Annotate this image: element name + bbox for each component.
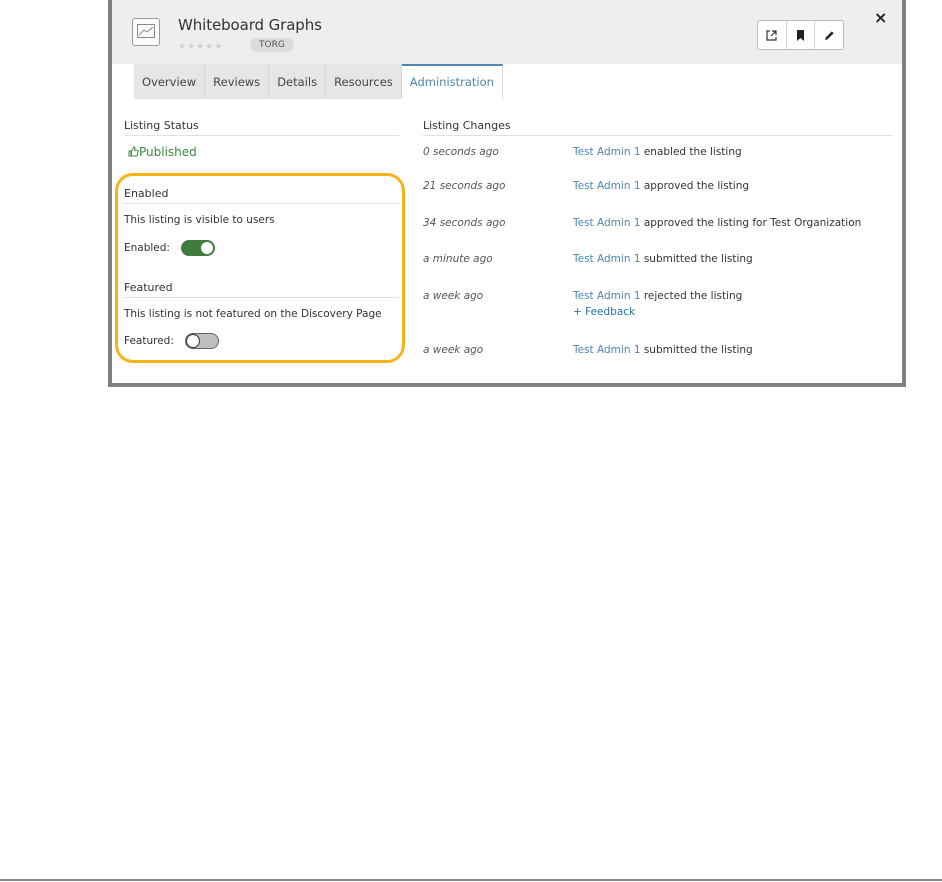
divider (124, 203, 399, 204)
user-link[interactable]: Test Admin 1 (573, 146, 641, 158)
change-text: Test Admin 1 enabled the listing (573, 146, 742, 158)
change-time: a week ago (423, 344, 484, 356)
tab-overview[interactable]: Overview (134, 64, 206, 99)
change-time: a minute ago (423, 253, 493, 265)
change-text: Test Admin 1 approved the listing (573, 180, 749, 192)
featured-label: Featured: (124, 335, 174, 347)
listing-title: Whiteboard Graphs (178, 16, 322, 34)
change-action: enabled the listing (640, 146, 742, 158)
user-link[interactable]: Test Admin 1 (573, 290, 641, 302)
change-action: rejected the listing (640, 290, 743, 302)
change-text: Test Admin 1 rejected the listing (573, 290, 742, 302)
toggle-knob (200, 241, 214, 255)
tab-details[interactable]: Details (269, 64, 327, 99)
listing-status-heading: Listing Status (124, 119, 199, 132)
user-link[interactable]: Test Admin 1 (573, 253, 641, 265)
listing-header: Whiteboard Graphs ★★★★★ TORG × (112, 0, 902, 64)
change-text: Test Admin 1 approved the listing for Te… (573, 217, 861, 229)
tab-resources[interactable]: Resources (326, 64, 402, 99)
bottom-divider (0, 879, 942, 881)
change-action: approved the listing for Test Organizati… (640, 217, 862, 229)
featured-heading: Featured (124, 281, 173, 294)
edit-button[interactable] (815, 21, 843, 49)
bookmark-icon (797, 29, 804, 41)
change-text: Test Admin 1 submitted the listing (573, 344, 753, 356)
change-time: 21 seconds ago (423, 180, 506, 192)
enabled-description: This listing is visible to users (124, 214, 275, 226)
tab-reviews[interactable]: Reviews (205, 64, 270, 99)
change-time: 34 seconds ago (423, 217, 506, 229)
divider (423, 135, 893, 136)
change-action: submitted the listing (640, 344, 753, 356)
chart-icon (132, 18, 160, 46)
listing-changes-heading: Listing Changes (423, 119, 511, 132)
external-link-icon (766, 29, 777, 41)
pencil-icon (824, 30, 834, 40)
user-link[interactable]: Test Admin 1 (573, 344, 641, 356)
published-status: Published (128, 145, 197, 159)
listing-toolbar (757, 20, 844, 50)
change-time: 0 seconds ago (423, 146, 499, 158)
featured-toggle[interactable] (185, 333, 219, 349)
rating-stars: ★★★★★ (178, 42, 224, 52)
enabled-label: Enabled: (124, 242, 170, 254)
toggle-knob (186, 334, 200, 348)
change-text: Test Admin 1 submitted the listing (573, 253, 753, 265)
featured-description: This listing is not featured on the Disc… (124, 308, 382, 320)
published-label: Published (139, 145, 197, 159)
change-time: a week ago (423, 290, 484, 302)
feedback-link[interactable]: + Feedback (573, 306, 635, 318)
divider (124, 135, 399, 136)
external-link-button[interactable] (758, 21, 787, 49)
change-action: submitted the listing (640, 253, 753, 265)
close-button[interactable]: × (874, 8, 887, 27)
user-link[interactable]: Test Admin 1 (573, 180, 641, 192)
divider (124, 297, 399, 298)
tab-administration[interactable]: Administration (401, 64, 503, 99)
change-action: approved the listing (640, 180, 750, 192)
bookmark-button[interactable] (787, 21, 816, 49)
user-link[interactable]: Test Admin 1 (573, 217, 641, 229)
enabled-toggle[interactable] (181, 240, 215, 256)
listing-tabs: Overview Reviews Details Resources Admin… (134, 64, 503, 99)
enabled-heading: Enabled (124, 187, 169, 200)
org-badge: TORG (250, 38, 294, 52)
listing-modal: Whiteboard Graphs ★★★★★ TORG × Overview … (108, 0, 906, 387)
thumbs-up-icon (128, 146, 139, 157)
